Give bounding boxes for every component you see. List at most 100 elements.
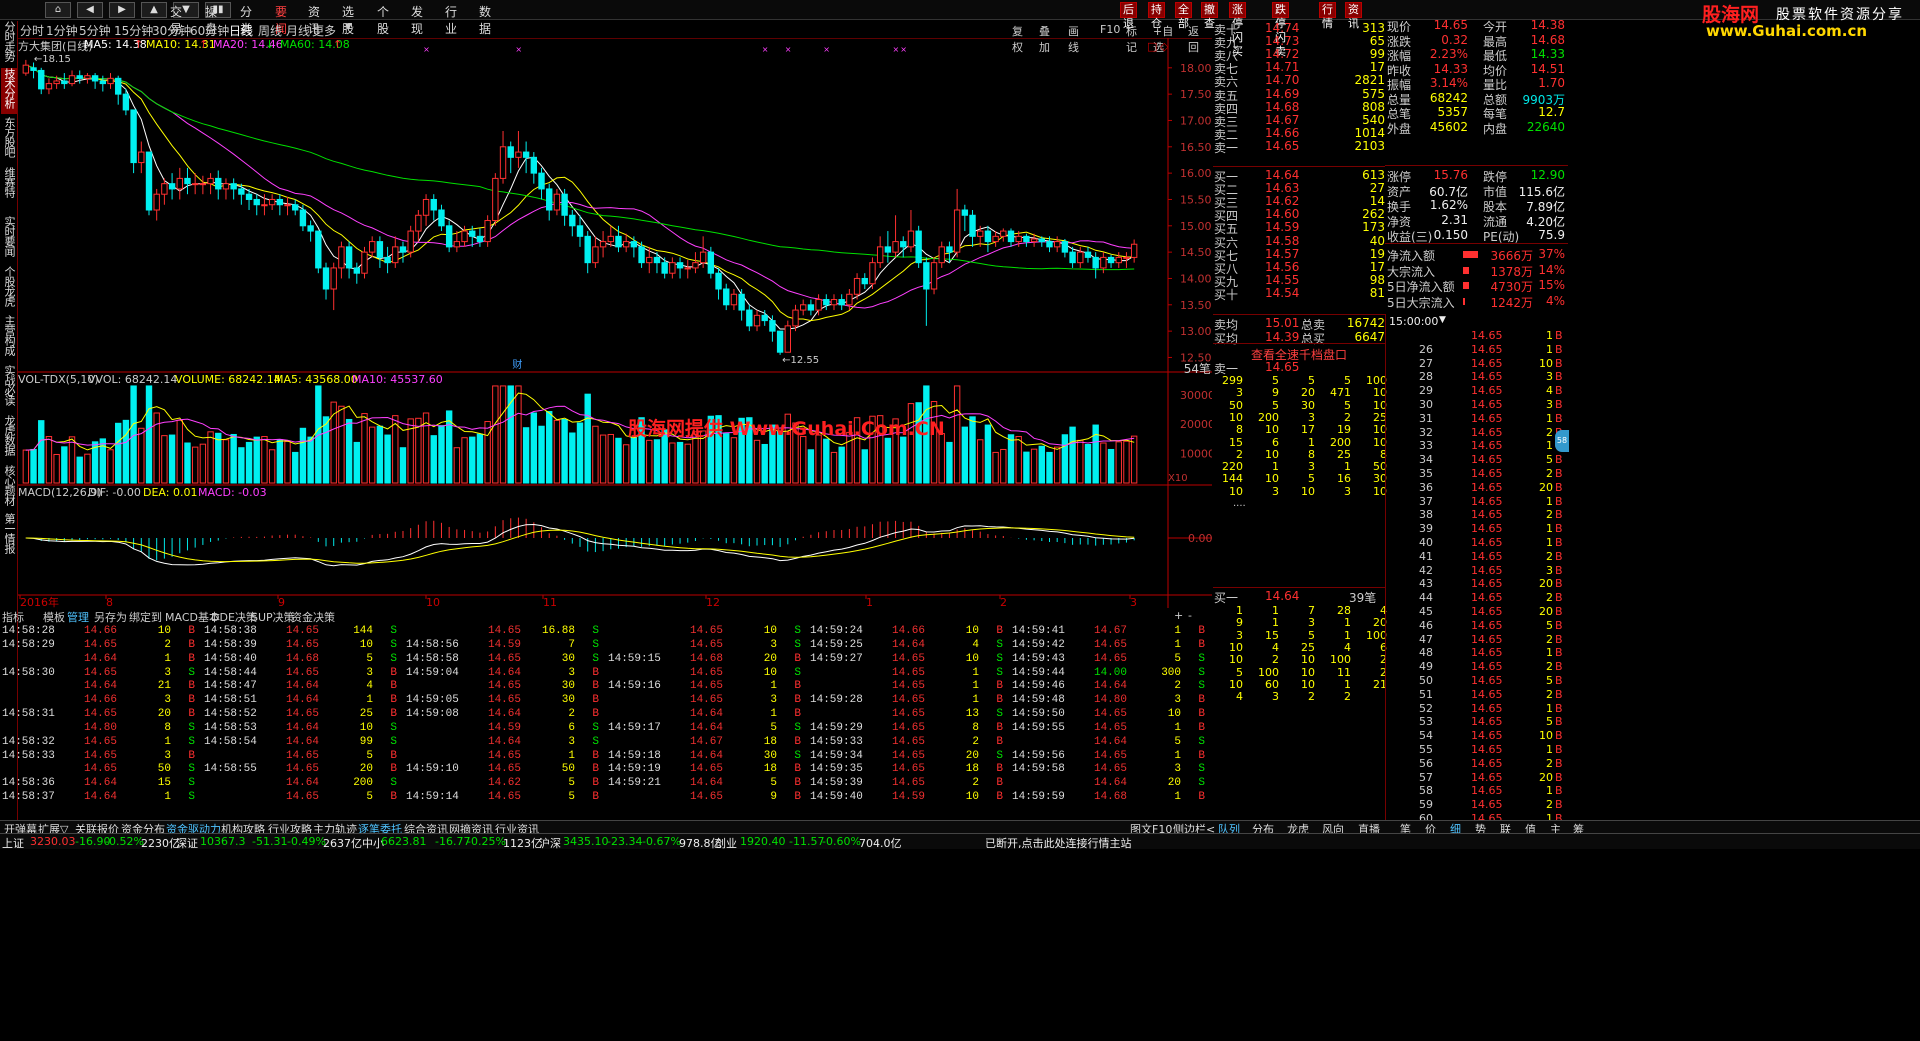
candle-body (1130, 243, 1138, 258)
tick-volume: 3 (1174, 763, 1181, 776)
indicator-tab-1[interactable]: 模板 (43, 609, 65, 625)
indicator-tab-7[interactable]: SUP决策 (251, 609, 295, 625)
tick-row: 14.65 50 S (0, 763, 201, 777)
rtick-min: 50 (1419, 674, 1433, 687)
left-tab-9[interactable]: 核心题材 (1, 465, 17, 511)
volume-bar (161, 435, 168, 484)
menu-item-6[interactable]: 个股 (377, 3, 389, 37)
arrow-left-icon[interactable]: ◀ (77, 2, 103, 18)
indicator-tab-3[interactable]: 另存为 (94, 609, 127, 625)
rtick-price: 14.65 (1471, 508, 1503, 522)
rtick-price: 14.65 (1471, 770, 1503, 784)
home-icon[interactable]: ⌂ (45, 2, 71, 18)
zoom-plus-button[interactable]: + (1174, 609, 1183, 622)
arrow-right-icon[interactable]: ▶ (109, 2, 135, 18)
tick-side: B (1198, 638, 1205, 651)
period-more-arrow[interactable]: ▼ (345, 22, 352, 32)
tick-row: 14.62 5 B (404, 777, 605, 791)
indicator-tab-8[interactable]: 资金决策 (291, 609, 335, 625)
toolbar-button-0[interactable]: 后退 (1120, 2, 1137, 30)
tick-volume: 5 (770, 777, 777, 790)
tick-price: 14.68 (1093, 791, 1127, 804)
queue-sell-cell: 1 (1344, 460, 1351, 474)
menu-item-7[interactable]: 发现 (411, 3, 423, 37)
candle (1061, 238, 1069, 258)
price-tick-label: 15.00 (1180, 220, 1212, 233)
scroll-badge[interactable]: 58 (1555, 430, 1569, 452)
left-tab-5[interactable]: 个股龙虎 (1, 266, 17, 312)
tick-price: 14.65 (487, 694, 521, 707)
period-6[interactable]: 日线 (229, 22, 253, 39)
tick-row: 14:59:59 14.68 1 B (1010, 791, 1211, 805)
tick-side: B (794, 763, 801, 776)
left-tab-3[interactable]: 维赛特10 (1, 167, 17, 213)
tick-row: 14:58:31 14.65 20 B (0, 708, 201, 722)
toolbar-button-2[interactable]: 全部 (1175, 2, 1192, 30)
status-item-25[interactable]: 已断开,点击此处连接行情主站 (985, 835, 1132, 851)
queue-buy-cell: 28 (1337, 604, 1351, 617)
tick-side: B (188, 694, 195, 707)
period-5[interactable]: 60分钟 (190, 22, 229, 39)
period-0[interactable]: 分时 (20, 22, 44, 39)
toolbar-button-3[interactable]: 撤查 (1201, 2, 1218, 30)
rtick-price: 14.65 (1471, 646, 1503, 660)
period-2[interactable]: 5分钟 (79, 22, 111, 39)
toolbar-button-6[interactable]: 行情 (1319, 2, 1336, 30)
left-tab-1[interactable]: 技术分析 (1, 68, 17, 114)
period-1[interactable]: 1分钟 (46, 22, 78, 39)
tick-side: B (592, 666, 599, 679)
menu-item-8[interactable]: 行业 (445, 3, 457, 37)
left-tab-10[interactable]: 第一情报 (1, 513, 17, 559)
kline-chart-area[interactable]: 18.00 17.50 17.00 16.50 16.00 15.50 15.00 14.50… (18, 37, 1215, 609)
candle-body (953, 209, 961, 253)
indicator-tab-0[interactable]: 指标 (2, 609, 24, 625)
period-4[interactable]: 30分钟 (152, 22, 191, 39)
period-7[interactable]: 周线 (258, 22, 282, 39)
zoom-minus-button[interactable]: - (1188, 609, 1192, 622)
left-tab-6[interactable]: 主营构成 (1, 315, 17, 361)
period-3[interactable]: 15分钟 (114, 22, 153, 39)
left-tab-2[interactable]: 东方股吧 (1, 117, 17, 163)
toolbar-button-1[interactable]: 持仓 (1148, 2, 1165, 30)
toolbar-button-5[interactable]: 跌停闪卖 (1272, 2, 1289, 58)
candle (99, 75, 107, 92)
indicator-tab-2[interactable]: 管理 (67, 609, 89, 625)
left-tab-7[interactable]: 实战必读 (1, 365, 17, 411)
tick-volume: 1 (972, 694, 979, 707)
tick-row: 14:59:05 14.65 30 B (404, 694, 605, 708)
indicator-tab-6[interactable]: DDE决策 (211, 609, 257, 625)
tick-time: 14:59:18 (608, 749, 661, 762)
flow-label-1: 大宗流入 (1387, 264, 1436, 279)
candle-body (276, 198, 284, 206)
tick-row: 14:59:15 14.68 20 B (606, 653, 807, 667)
left-tab-4[interactable]: 实时要闻 (1, 216, 17, 262)
period-8[interactable]: 月线 (286, 22, 310, 39)
tick-price: 14.65 (689, 666, 723, 679)
toolbar-button-7[interactable]: 资讯 (1345, 2, 1362, 30)
flow-pct-1: 14% (1538, 262, 1565, 277)
rtick-price: 14.65 (1471, 329, 1503, 342)
toolbar-button-4[interactable]: 涨停闪买 (1229, 2, 1246, 58)
arrow-up-icon[interactable]: ▲ (141, 2, 167, 18)
candle (553, 188, 561, 216)
rtick-min: 59 (1419, 798, 1433, 812)
left-tab-8[interactable]: 龙虎数据 (1, 415, 17, 461)
right-tick-header-arrow[interactable]: ▼ (1439, 315, 1446, 325)
kline-svg[interactable]: 18.00 17.50 17.00 16.50 16.00 15.50 15.00 14.50… (18, 37, 1215, 609)
period-9[interactable]: 更多 (312, 22, 336, 39)
candle-body (184, 177, 191, 185)
tick-volume: 4 (366, 680, 373, 693)
menu-item-9[interactable]: 数据 (479, 3, 491, 37)
candle (746, 304, 753, 332)
queue-sell-cell: 200 (1330, 435, 1351, 449)
tick-row: 14:58:38 14.65 144 S (202, 625, 403, 639)
candle-body (399, 246, 407, 253)
left-tab-0[interactable]: 分时走势 (1, 21, 17, 67)
indicator-tab-4[interactable]: 绑定到 (129, 609, 162, 625)
tick-side: B (188, 638, 195, 651)
tick-row: 14.64 20 S (1010, 777, 1211, 791)
chart-btn-3[interactable]: F10 (1100, 23, 1120, 36)
tick-volume: 15 (157, 777, 171, 790)
tick-price: 14.64 (689, 721, 723, 734)
candle (838, 294, 845, 311)
